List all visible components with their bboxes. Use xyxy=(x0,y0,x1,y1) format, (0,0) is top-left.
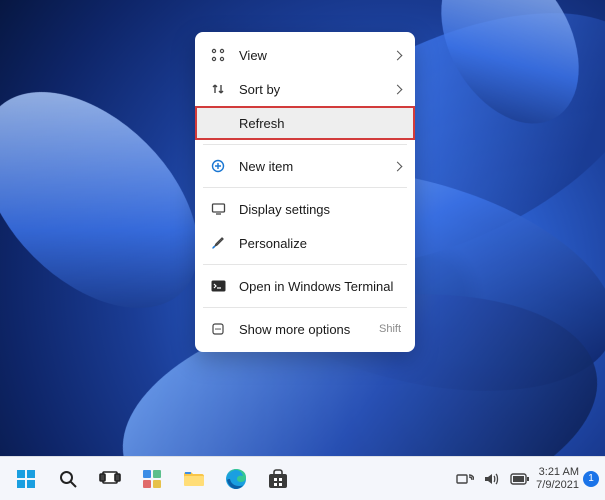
chevron-right-icon xyxy=(393,161,403,171)
menu-item-shortcut: Shift xyxy=(379,323,401,335)
menu-item-display-settings[interactable]: Display settings xyxy=(195,192,415,226)
explorer-icon xyxy=(183,470,205,488)
menu-item-label: Sort by xyxy=(239,82,388,97)
widgets-icon xyxy=(142,469,162,489)
menu-item-label: View xyxy=(239,48,388,63)
edge-icon xyxy=(225,468,247,490)
battery-icon[interactable] xyxy=(510,473,530,485)
menu-separator xyxy=(203,144,407,145)
volume-icon[interactable] xyxy=(484,472,500,486)
menu-item-terminal[interactable]: Open in Windows Terminal xyxy=(195,269,415,303)
menu-separator xyxy=(203,264,407,265)
taskbar-pinned-apps xyxy=(6,459,298,499)
brush-icon xyxy=(209,236,227,250)
notification-badge[interactable]: 1 xyxy=(583,471,599,487)
more-icon xyxy=(209,322,227,336)
store-icon xyxy=(267,469,289,489)
menu-item-label: Personalize xyxy=(239,236,401,251)
display-icon xyxy=(209,202,227,216)
grid-icon xyxy=(209,48,227,62)
menu-separator xyxy=(203,307,407,308)
clock-date: 7/9/2021 xyxy=(536,479,579,492)
taskbar-clock[interactable]: 3:21 AM 7/9/2021 xyxy=(536,466,579,492)
chevron-right-icon xyxy=(393,84,403,94)
menu-item-sort-by[interactable]: Sort by xyxy=(195,72,415,106)
network-icon[interactable] xyxy=(456,472,474,486)
menu-item-label: New item xyxy=(239,159,388,174)
plus-circle-icon xyxy=(209,159,227,173)
store-button[interactable] xyxy=(258,459,298,499)
menu-item-personalize[interactable]: Personalize xyxy=(195,226,415,260)
desktop-wallpaper[interactable]: View Sort by Refresh New xyxy=(0,0,605,500)
widgets-button[interactable] xyxy=(132,459,172,499)
desktop-context-menu: View Sort by Refresh New xyxy=(195,32,415,352)
taskbar: 3:21 AM 7/9/2021 1 xyxy=(0,456,605,500)
menu-item-show-more[interactable]: Show more options Shift xyxy=(195,312,415,346)
taskview-icon xyxy=(99,470,121,488)
terminal-icon xyxy=(209,280,227,292)
menu-item-label: Display settings xyxy=(239,202,401,217)
sort-icon xyxy=(209,82,227,96)
menu-item-label: Open in Windows Terminal xyxy=(239,279,401,294)
chevron-right-icon xyxy=(393,50,403,60)
start-icon xyxy=(16,469,36,489)
menu-item-new[interactable]: New item xyxy=(195,149,415,183)
system-tray[interactable] xyxy=(456,472,536,486)
menu-item-label: Show more options xyxy=(239,322,379,337)
start-button[interactable] xyxy=(6,459,46,499)
search-button[interactable] xyxy=(48,459,88,499)
edge-button[interactable] xyxy=(216,459,256,499)
menu-item-label: Refresh xyxy=(239,116,401,131)
menu-item-view[interactable]: View xyxy=(195,38,415,72)
task-view-button[interactable] xyxy=(90,459,130,499)
menu-item-refresh[interactable]: Refresh xyxy=(195,106,415,140)
file-explorer-button[interactable] xyxy=(174,459,214,499)
search-icon xyxy=(58,469,78,489)
clock-time: 3:21 AM xyxy=(539,466,579,479)
menu-separator xyxy=(203,187,407,188)
